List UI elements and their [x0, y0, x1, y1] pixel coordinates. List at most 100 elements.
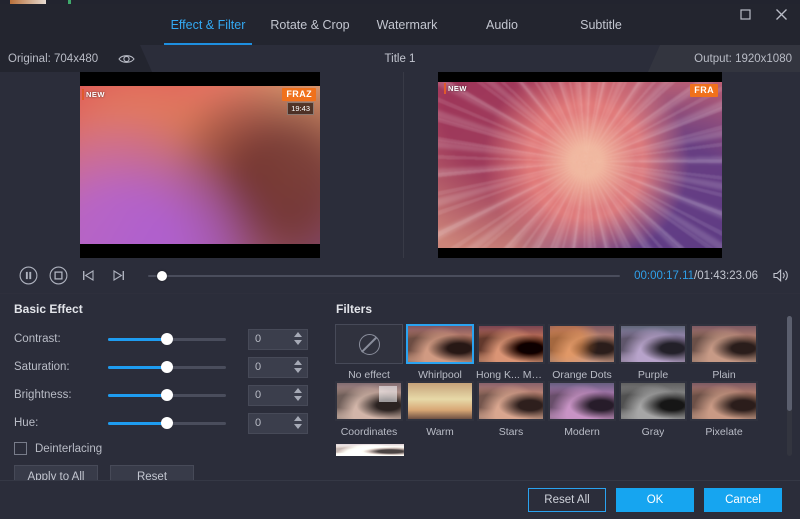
filter-label: Plain	[712, 369, 735, 381]
saturation-stepper[interactable]: 0	[248, 357, 308, 378]
filter-item[interactable]: No effect	[334, 324, 404, 381]
next-frame-icon	[111, 268, 126, 283]
filter-preview-image	[550, 326, 614, 362]
filter-item[interactable]: Plain	[689, 324, 759, 381]
overlay-channel-logo: FRA	[690, 84, 718, 97]
filter-preview-image	[621, 326, 685, 362]
stepper-up-icon[interactable]	[294, 360, 302, 365]
filter-item[interactable]: Warm	[405, 381, 475, 438]
contrast-slider[interactable]	[108, 329, 226, 349]
filter-thumbnail-partial	[336, 444, 404, 456]
stepper-up-icon[interactable]	[294, 332, 302, 337]
stepper-down-icon[interactable]	[294, 396, 302, 401]
tab-label: Rotate & Crop	[270, 18, 349, 32]
window-controls	[732, 3, 794, 25]
slider-thumb[interactable]	[161, 417, 173, 429]
overlay-new-badge: NEW	[86, 90, 105, 99]
deinterlacing-checkbox[interactable]	[14, 442, 27, 455]
stepper-up-icon[interactable]	[294, 416, 302, 421]
slider-thumb[interactable]	[161, 389, 173, 401]
filter-item[interactable]: Stars	[476, 381, 546, 438]
previous-frame-icon	[81, 268, 96, 283]
tab-watermark[interactable]: Watermark	[370, 4, 444, 45]
filter-item[interactable]: Modern	[547, 381, 617, 438]
stepper-down-icon[interactable]	[294, 368, 302, 373]
filter-thumbnail	[406, 324, 474, 364]
media-title-text: Title 1	[385, 53, 416, 65]
filter-label: Pixelate	[705, 426, 742, 438]
maximize-button[interactable]	[732, 3, 758, 25]
filter-label: Orange Dots	[552, 369, 612, 381]
filter-thumbnail	[690, 381, 758, 421]
contrast-label: Contrast:	[14, 333, 108, 345]
tab-rotate-crop[interactable]: Rotate & Crop	[268, 4, 352, 45]
result-preview[interactable]: NEW FRA	[438, 72, 722, 258]
tab-audio[interactable]: Audio	[474, 4, 530, 45]
stop-icon	[49, 266, 68, 285]
tab-label: Effect & Filter	[171, 18, 246, 32]
brightness-stepper[interactable]: 0	[248, 385, 308, 406]
brightness-slider[interactable]	[108, 385, 226, 405]
deinterlacing-row[interactable]: Deinterlacing	[14, 442, 330, 455]
cancel-button[interactable]: Cancel	[704, 488, 782, 512]
next-frame-button[interactable]	[106, 264, 130, 288]
filter-thumbnail	[548, 381, 616, 421]
filters-scrollbar[interactable]	[787, 316, 792, 456]
filter-preview-image	[479, 326, 543, 362]
close-button[interactable]	[768, 3, 794, 25]
pause-button[interactable]	[16, 264, 40, 288]
stepper-arrows[interactable]	[294, 360, 302, 373]
tab-bar: Effect & Filter Rotate & Crop Watermark …	[0, 4, 800, 45]
contrast-stepper[interactable]: 0	[248, 329, 308, 350]
stepper-down-icon[interactable]	[294, 340, 302, 345]
seek-thumb[interactable]	[157, 271, 167, 281]
filter-thumbnail	[335, 381, 403, 421]
filter-item[interactable]: Purple	[618, 324, 688, 381]
total-time: 01:43:23.06	[697, 270, 758, 282]
whirlpool-effect-overlay	[438, 82, 722, 248]
saturation-slider[interactable]	[108, 357, 226, 377]
stepper-down-icon[interactable]	[294, 424, 302, 429]
filter-thumbnail	[619, 381, 687, 421]
tab-subtitle[interactable]: Subtitle	[570, 4, 632, 45]
tab-effect-filter[interactable]: Effect & Filter	[164, 4, 252, 45]
hue-slider[interactable]	[108, 413, 226, 433]
source-preview[interactable]: NEW FRAZ 19:43	[80, 72, 320, 258]
stepper-arrows[interactable]	[294, 388, 302, 401]
hue-value: 0	[255, 417, 261, 429]
filter-label: No effect	[348, 369, 390, 381]
seek-slider[interactable]	[148, 264, 620, 288]
hue-label: Hue:	[14, 417, 108, 429]
previous-frame-button[interactable]	[76, 264, 100, 288]
filter-item[interactable]: Orange Dots	[547, 324, 617, 381]
filter-label: Hong K... Movie	[476, 369, 546, 381]
slider-thumb[interactable]	[161, 361, 173, 373]
reset-all-button[interactable]: Reset All	[528, 488, 606, 512]
filter-item[interactable]: Hong K... Movie	[476, 324, 546, 381]
maximize-icon	[740, 9, 751, 20]
slider-thumb[interactable]	[161, 333, 173, 345]
volume-button[interactable]	[768, 264, 794, 288]
filters-title: Filters	[336, 302, 800, 316]
filter-item[interactable]: Whirlpool	[405, 324, 475, 381]
stop-button[interactable]	[46, 264, 70, 288]
pause-icon	[19, 266, 38, 285]
tab-label: Audio	[486, 18, 518, 32]
filter-item[interactable]: Coordinates	[334, 381, 404, 438]
slider-fill	[108, 338, 167, 341]
ok-button[interactable]: OK	[616, 488, 694, 512]
stepper-arrows[interactable]	[294, 332, 302, 345]
contrast-value: 0	[255, 333, 261, 345]
hue-stepper[interactable]: 0	[248, 413, 308, 434]
timecode-display: 00:00:17.11/01:43:23.06	[634, 270, 758, 282]
filter-item[interactable]: Pixelate	[689, 381, 759, 438]
filters-grid: No effect WhirlpoolHong K... Movie Orange …	[334, 324, 774, 438]
filter-preview-image	[550, 383, 614, 419]
filter-thumbnail	[548, 324, 616, 364]
overlay-clock: 19:43	[287, 102, 314, 115]
stepper-arrows[interactable]	[294, 416, 302, 429]
filters-panel: Filters No effect WhirlpoolHong K... Movi…	[330, 294, 800, 480]
filter-item[interactable]: Gray	[618, 381, 688, 438]
filters-scrollbar-thumb[interactable]	[787, 316, 792, 411]
stepper-up-icon[interactable]	[294, 388, 302, 393]
